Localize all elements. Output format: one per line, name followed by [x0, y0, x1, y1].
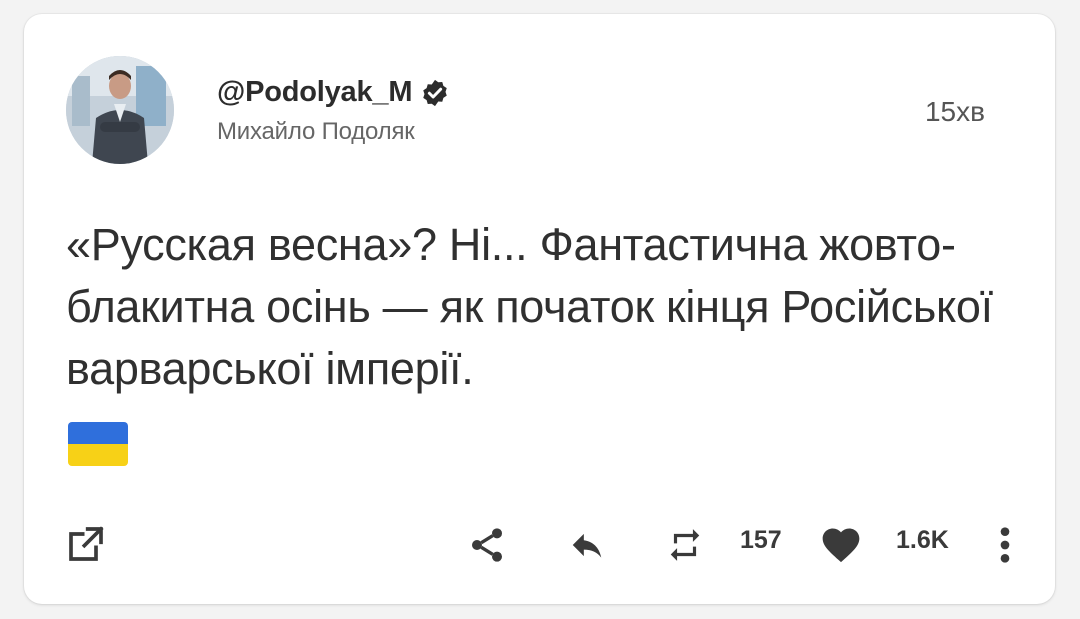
avatar[interactable] [66, 56, 174, 164]
retweet-count: 157 [740, 526, 782, 554]
heart-icon[interactable] [816, 520, 866, 570]
verified-icon [423, 79, 448, 106]
ukraine-flag-emoji [68, 422, 128, 466]
reply-icon[interactable] [564, 522, 610, 568]
author-display-name: Михайло Подоляк [217, 118, 415, 145]
retweet-icon[interactable] [662, 522, 708, 568]
author-handle-row: @Podolyak_M [217, 76, 450, 109]
external-link-icon[interactable] [64, 522, 108, 566]
share-icon[interactable] [464, 522, 510, 568]
tweet-card: @Podolyak_M Михайло Подоляк 15хв «Русска… [24, 14, 1055, 604]
tweet-text: «Русская весна»? Ні... Фантастична жовто… [66, 219, 993, 394]
action-bar: 157 1.6K [24, 514, 1055, 574]
like-count: 1.6K [896, 526, 949, 554]
timestamp: 15хв [924, 96, 985, 127]
more-vertical-icon[interactable] [990, 522, 1020, 568]
author-handle[interactable]: @Podolyak_M [217, 76, 412, 109]
